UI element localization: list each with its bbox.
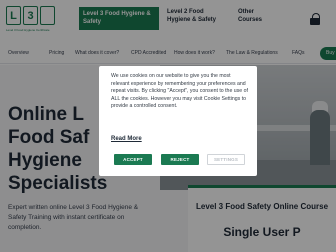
accept-button[interactable]: ACCEPT	[114, 154, 152, 165]
cookie-consent-dialog: We use cookies on our website to give yo…	[99, 66, 257, 176]
cookie-settings-button[interactable]: SETTINGS	[207, 154, 245, 165]
read-more-link[interactable]: Read More	[111, 136, 142, 142]
reject-button[interactable]: REJECT	[161, 154, 199, 165]
cookie-message: We use cookies on our website to give yo…	[111, 73, 248, 110]
